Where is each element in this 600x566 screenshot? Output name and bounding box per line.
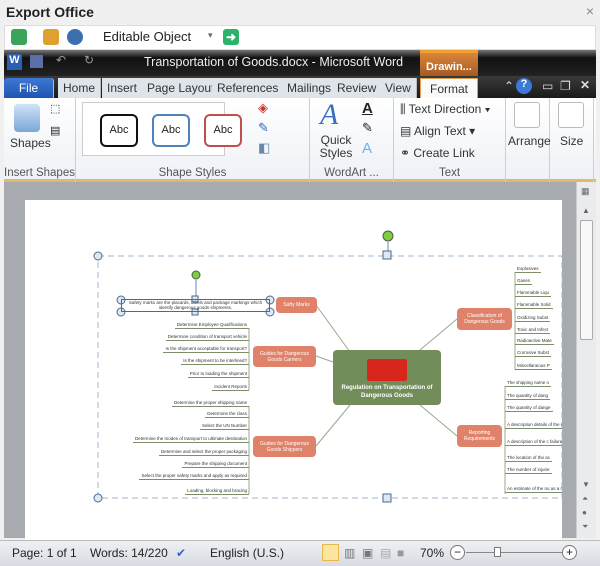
document-area (4, 182, 576, 550)
text-group-label: Text (438, 167, 461, 179)
tab-review[interactable]: Review (332, 78, 383, 98)
word-logo-icon: W (7, 54, 22, 70)
shape-outline-icon[interactable]: ✎ (258, 120, 269, 136)
undo-icon[interactable]: ↶ (56, 53, 66, 67)
tab-page-layout[interactable]: Page Layout (142, 78, 221, 98)
create-link-button[interactable]: ⚭ Create Link (400, 146, 475, 160)
align-text-button[interactable]: ▤ Align Text ▾ (400, 124, 475, 138)
text-direction-button[interactable]: ⫼ Text Direction ▾ (400, 102, 491, 117)
close-button[interactable]: × (586, 3, 594, 19)
web-layout-icon[interactable]: ▣ (362, 546, 373, 560)
tab-view[interactable]: View (380, 78, 417, 98)
zoom-out-button[interactable]: − (450, 545, 465, 560)
group-wordart: A Quick Styles A ✎ A WordArt ... (310, 98, 394, 182)
shape-effects-icon[interactable]: ◧ (258, 140, 270, 156)
new-export-icon[interactable] (11, 29, 27, 45)
group-shape-styles: Abc Abc Abc ◈ ✎ ◧ Shape Styles (76, 98, 310, 182)
text-box-icon[interactable]: ▤ (50, 124, 60, 137)
text-effects-icon[interactable]: A (362, 140, 372, 157)
open-folder-icon[interactable] (43, 29, 59, 45)
shapes-button[interactable]: Shapes (10, 136, 51, 150)
size-icon[interactable] (558, 102, 584, 128)
page-count[interactable]: Page: 1 of 1 (12, 546, 77, 560)
tab-format[interactable]: Format (420, 78, 478, 98)
text-outline-icon[interactable]: ✎ (362, 120, 373, 136)
shape-style-blue[interactable]: Abc (152, 114, 190, 147)
chevron-down-icon[interactable]: ▾ (208, 30, 213, 41)
close-doc-icon[interactable]: ✕ (580, 78, 590, 92)
window-title: Transportation of Goods.docx - Microsoft… (144, 55, 404, 69)
size-button[interactable]: Size (560, 134, 583, 148)
document-page (25, 200, 562, 550)
shape-style-red[interactable]: Abc (204, 114, 242, 147)
arrange-icon[interactable] (514, 102, 540, 128)
word-count[interactable]: Words: 14/220 (90, 546, 168, 560)
ruler-toggle-icon[interactable]: ▦ (581, 186, 590, 197)
draft-view-icon[interactable]: ■ (397, 546, 404, 560)
zoom-slider-thumb[interactable] (494, 547, 501, 557)
print-layout-view-icon[interactable] (322, 544, 339, 561)
app-titlebar: Export Office × (0, 0, 600, 24)
app-title: Export Office (6, 4, 94, 20)
align-text-label: Align Text (414, 124, 466, 138)
browse-object-icon[interactable]: ● (582, 508, 587, 517)
language[interactable]: English (U.S.) (210, 546, 284, 560)
zoom-in-button[interactable]: + (562, 545, 577, 560)
export-toolbar: Editable Object ▾ ➜ (4, 25, 596, 50)
mode-select[interactable]: Editable Object (103, 29, 191, 44)
quick-access-bar: W ↶ ↻ Transportation of Goods.docx - Mic… (4, 50, 596, 76)
edit-shape-icon[interactable]: ⬚ (50, 102, 60, 115)
collapse-ribbon-icon[interactable]: ⌃ (504, 79, 514, 93)
insert-shapes-label: Insert Shapes (4, 167, 75, 179)
shape-style-black[interactable]: Abc (100, 114, 138, 147)
create-link-label: Create Link (413, 146, 475, 160)
help-icon[interactable]: ? (516, 78, 532, 94)
group-size: Size (550, 98, 594, 182)
word-window: W ↶ ↻ Transportation of Goods.docx - Mic… (4, 50, 596, 182)
gear-icon[interactable] (67, 29, 83, 45)
scroll-thumb[interactable] (580, 220, 593, 340)
save-icon[interactable] (30, 55, 43, 68)
ribbon: Shapes ⬚ ▤ Insert Shapes Abc Abc Abc ◈ ✎… (4, 98, 596, 182)
shapes-icon[interactable] (14, 104, 40, 132)
previous-page-icon[interactable]: ⏶ (582, 494, 588, 504)
scroll-down-icon[interactable]: ▼ (582, 480, 590, 489)
shape-styles-label: Shape Styles (158, 167, 227, 179)
outline-view-icon[interactable]: ▤ (380, 546, 391, 560)
tab-home[interactable]: Home (58, 78, 102, 98)
quick-styles-button[interactable]: Quick Styles (316, 134, 356, 160)
redo-icon[interactable]: ↻ (84, 53, 94, 67)
shape-fill-icon[interactable]: ◈ (258, 100, 268, 116)
tab-mailings[interactable]: Mailings (282, 78, 338, 98)
group-insert-shapes: Shapes ⬚ ▤ Insert Shapes (4, 98, 76, 182)
status-bar: Page: 1 of 1 Words: 14/220 ✔ English (U.… (0, 540, 600, 566)
quick-styles-icon[interactable]: A (320, 98, 338, 132)
tab-insert[interactable]: Insert (102, 78, 144, 98)
restore-icon[interactable]: ❐ (560, 79, 571, 93)
scroll-up-icon[interactable]: ▲ (582, 206, 590, 215)
tab-file[interactable]: File (4, 78, 54, 98)
tab-references[interactable]: References (212, 78, 285, 98)
full-screen-reading-icon[interactable]: ▥ (344, 546, 355, 560)
text-fill-icon[interactable]: A (362, 100, 373, 117)
minimize-icon[interactable]: ▭ (542, 79, 553, 93)
drawing-tools-context: Drawin... (420, 50, 478, 76)
next-page-icon[interactable]: ⏷ (582, 522, 588, 532)
group-text: ⫼ Text Direction ▾ ▤ Align Text ▾ ⚭ Crea… (394, 98, 506, 182)
text-direction-label: Text Direction (408, 102, 482, 116)
ribbon-tabs: File Home Insert Page Layout References … (4, 76, 596, 98)
group-arrange: Arrange (506, 98, 551, 182)
export-arrow-icon[interactable]: ➜ (223, 29, 239, 45)
arrange-button[interactable]: Arrange (508, 134, 551, 148)
proofing-icon[interactable]: ✔ (176, 546, 186, 560)
wordart-label: WordArt ... (324, 167, 379, 179)
zoom-slider[interactable] (466, 547, 562, 557)
vertical-scrollbar[interactable]: ▦ ▲ ▼ ⏶ ● ⏷ (576, 182, 596, 538)
zoom-level[interactable]: 70% (420, 546, 444, 560)
